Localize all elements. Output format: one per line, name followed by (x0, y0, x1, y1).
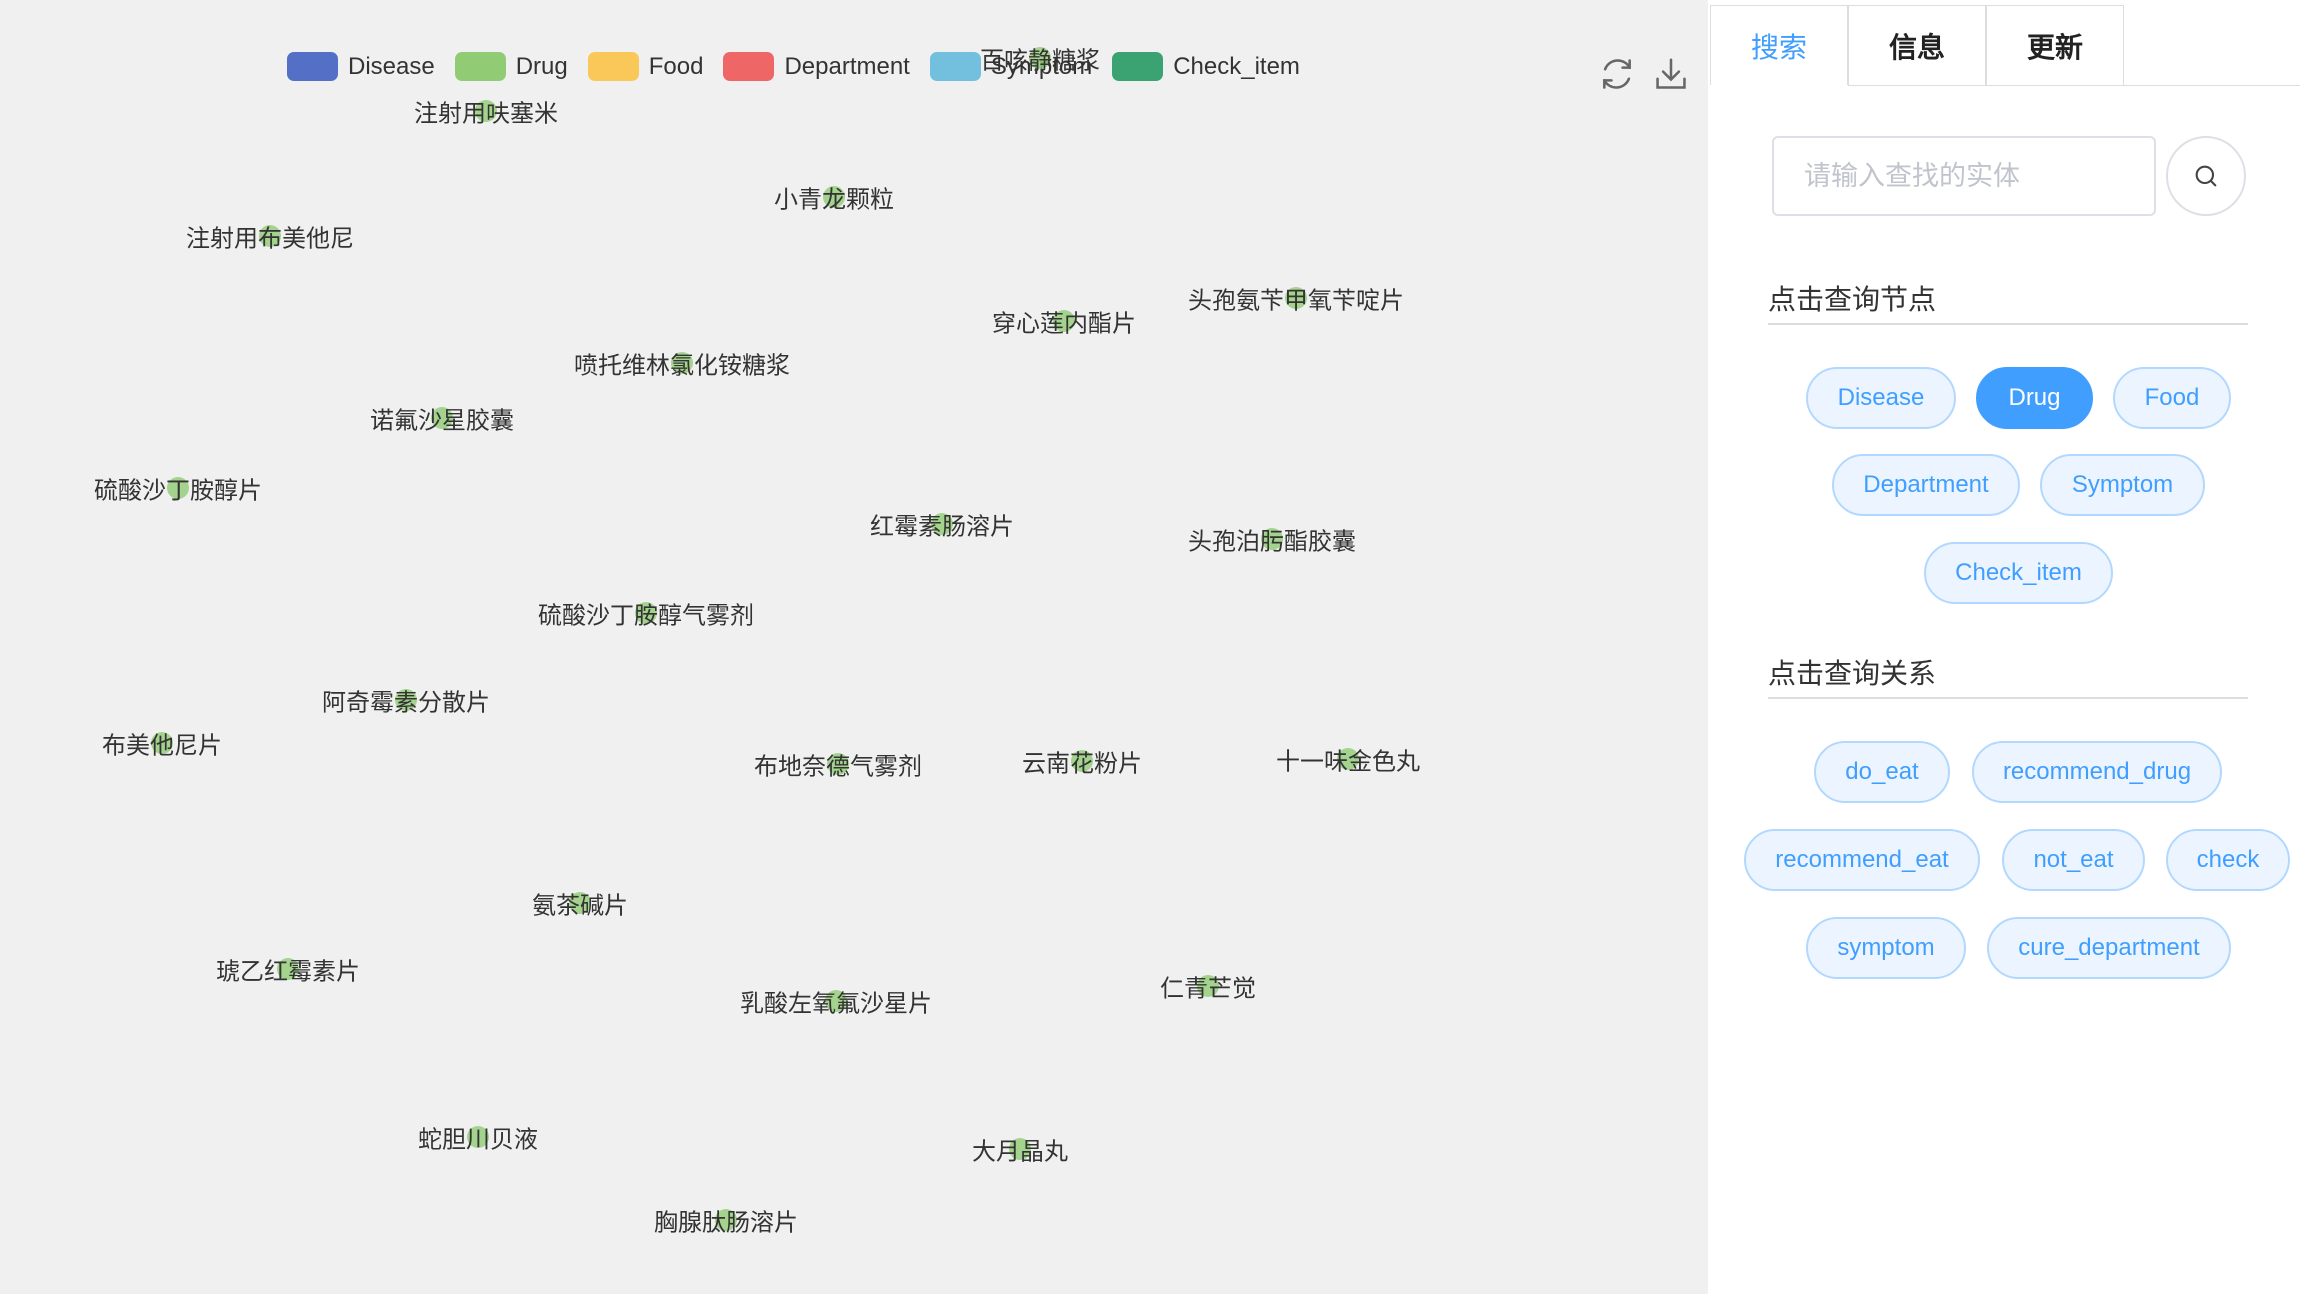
legend-label: Food (648, 52, 704, 80)
legend-swatch (287, 52, 338, 81)
drug-node-label[interactable]: 蛇胆川贝液 (418, 1120, 538, 1155)
drug-node-label[interactable]: 阿奇霉素分散片 (322, 683, 490, 718)
relation-query-symptom[interactable]: symptom (1806, 917, 1966, 979)
drug-node-label[interactable]: 百咳静糖浆 (980, 41, 1100, 76)
download-icon[interactable] (1652, 55, 1690, 93)
node-query-department[interactable]: Department (1832, 454, 2020, 516)
search-input[interactable] (1772, 136, 2156, 216)
node-query-drug[interactable]: Drug (1976, 367, 2093, 429)
legend-label: Drug (515, 52, 568, 80)
legend-swatch (587, 52, 639, 81)
legend-item-disease[interactable]: Disease (287, 52, 435, 81)
legend-label: Department (784, 52, 910, 80)
legend-item-check-item[interactable]: Check_item (1112, 52, 1300, 81)
drug-node-label[interactable]: 头孢泊肟酯胶囊 (1188, 522, 1356, 557)
legend-item-drug[interactable]: Drug (454, 52, 568, 81)
legend-swatch (1112, 52, 1164, 81)
relation-query-not-eat[interactable]: not_eat (2002, 829, 2145, 891)
relation-query-title: 点击查询关系 (1768, 658, 1937, 689)
relation-query-cure-department[interactable]: cure_department (1987, 917, 2231, 979)
drug-node-label[interactable]: 大月晶丸 (972, 1132, 1068, 1167)
search-icon (2195, 165, 2217, 187)
drug-node-label[interactable]: 头孢氨苄甲氧苄啶片 (1188, 281, 1404, 316)
drug-node-label[interactable]: 红霉素肠溶片 (870, 507, 1014, 542)
drug-node-label[interactable]: 注射用布美他尼 (186, 219, 354, 254)
drug-node-label[interactable]: 喷托维林氯化铵糖浆 (574, 346, 790, 381)
drug-node-label[interactable]: 硫酸沙丁胺醇片 (94, 471, 262, 506)
drug-node-label[interactable]: 琥乙红霉素片 (216, 952, 360, 987)
legend-label: Check_item (1173, 52, 1300, 80)
legend-label: Disease (348, 52, 435, 80)
relation-query-recommend-eat[interactable]: recommend_eat (1744, 829, 1980, 891)
node-query-symptom[interactable]: Symptom (2040, 454, 2205, 516)
drug-node-label[interactable]: 诺氟沙星胶囊 (370, 401, 514, 436)
legend-item-food[interactable]: Food (587, 52, 704, 81)
drug-node-label[interactable]: 十一味金色丸 (1276, 742, 1420, 777)
search-button[interactable] (2166, 136, 2246, 216)
tab-info[interactable]: 信息 (1848, 5, 1986, 85)
node-query-title: 点击查询节点 (1768, 284, 1937, 315)
refresh-icon[interactable] (1598, 55, 1636, 93)
drug-node-label[interactable]: 云南花粉片 (1022, 744, 1142, 779)
legend-swatch (723, 52, 775, 81)
node-query-disease[interactable]: Disease (1806, 367, 1956, 429)
drug-node-label[interactable]: 乳酸左氧氟沙星片 (740, 984, 932, 1019)
section-divider (1768, 697, 2248, 699)
tab-update[interactable]: 更新 (1986, 5, 2124, 85)
drug-node-label[interactable]: 胸腺肽肠溶片 (654, 1203, 798, 1238)
section-divider (1768, 323, 2248, 325)
tab-bar: 搜索 信息 更新 (1710, 5, 2124, 85)
legend: Disease Drug Food Department Symptom Che… (287, 52, 1320, 81)
legend-item-department[interactable]: Department (723, 52, 910, 81)
drug-node-label[interactable]: 穿心莲内酯片 (992, 304, 1136, 339)
drug-node-label[interactable]: 布地奈德气雾剂 (754, 747, 922, 782)
graph-canvas[interactable]: Disease Drug Food Department Symptom Che… (0, 0, 1708, 1294)
relation-query-do-eat[interactable]: do_eat (1814, 741, 1950, 803)
drug-node-label[interactable]: 硫酸沙丁胺醇气雾剂 (538, 596, 754, 631)
relation-query-check[interactable]: check (2166, 829, 2290, 891)
drug-node-label[interactable]: 注射用呋塞米 (414, 94, 558, 129)
drug-node-label[interactable]: 氨茶碱片 (532, 886, 628, 921)
relation-query-recommend-drug[interactable]: recommend_drug (1972, 741, 2222, 803)
tab-divider (1848, 85, 2300, 86)
tab-search[interactable]: 搜索 (1710, 5, 1848, 85)
legend-swatch (454, 52, 506, 81)
drug-node-label[interactable]: 布美他尼片 (102, 726, 222, 761)
node-query-check-item[interactable]: Check_item (1924, 542, 2113, 604)
drug-node-label[interactable]: 小青龙颗粒 (774, 180, 894, 215)
legend-swatch (929, 52, 981, 81)
node-query-food[interactable]: Food (2113, 367, 2231, 429)
drug-node-label[interactable]: 仁青芒觉 (1160, 969, 1256, 1004)
